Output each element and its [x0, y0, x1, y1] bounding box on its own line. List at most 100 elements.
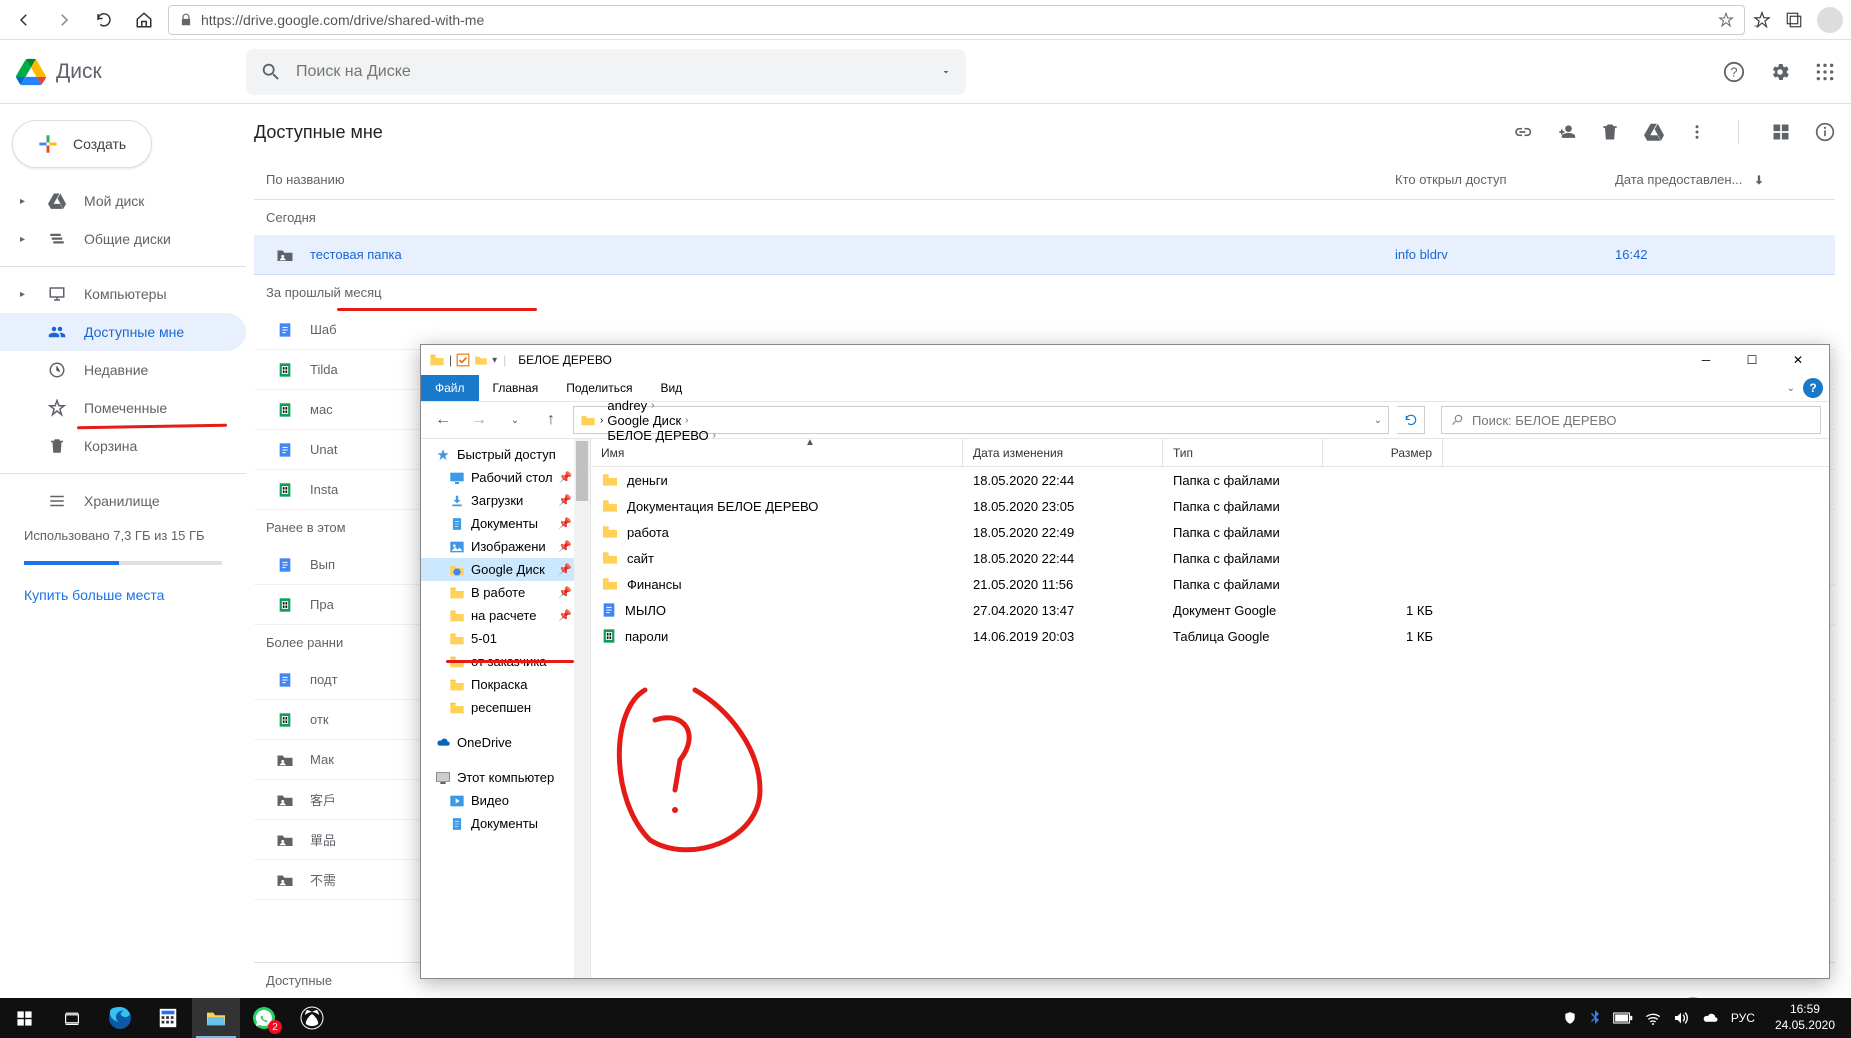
star-outline-icon[interactable] — [1718, 12, 1734, 28]
forward-button[interactable] — [48, 4, 80, 36]
tree-item[interactable]: Документы 📌 — [421, 512, 590, 535]
trash-icon[interactable] — [1600, 122, 1620, 142]
tab-home[interactable]: Главная — [479, 375, 553, 401]
sidebar-item-5[interactable]: Помеченные — [0, 389, 246, 427]
tree-item[interactable]: Покраска — [421, 673, 590, 696]
calculator-taskbar-icon[interactable] — [144, 998, 192, 1038]
settings-gear-icon[interactable] — [1769, 61, 1791, 83]
explorer-titlebar[interactable]: | ▾ | БЕЛОЕ ДЕРЕВО ─ ☐ ✕ — [421, 345, 1829, 375]
list-row[interactable]: сайт 18.05.2020 22:44 Папка с файлами — [591, 545, 1829, 571]
close-button[interactable]: ✕ — [1775, 345, 1821, 375]
sidebar-item-0[interactable]: ▸ Мой диск — [0, 182, 246, 220]
help-icon[interactable]: ? — [1723, 61, 1745, 83]
bluetooth-icon[interactable] — [1589, 1010, 1601, 1026]
address-bar[interactable] — [168, 5, 1745, 35]
col-date[interactable]: Дата изменения — [963, 439, 1163, 467]
nav-recent-button[interactable]: ⌄ — [501, 406, 529, 434]
tree-item[interactable]: Изображени 📌 — [421, 535, 590, 558]
explorer-search-input[interactable] — [1472, 413, 1812, 428]
start-button[interactable] — [0, 998, 48, 1038]
file-row[interactable]: тестовая папка info bldrv 16:42 — [254, 235, 1835, 275]
tree-item[interactable]: на расчете 📌 — [421, 604, 590, 627]
language-indicator[interactable]: РУС — [1731, 1011, 1755, 1025]
link-icon[interactable] — [1512, 122, 1532, 142]
col-name[interactable]: Имя — [591, 439, 963, 467]
col-date[interactable]: Дата предоставлен... — [1615, 172, 1835, 187]
col-size[interactable]: Размер — [1323, 439, 1443, 467]
maximize-button[interactable]: ☐ — [1729, 345, 1775, 375]
col-type[interactable]: Тип — [1163, 439, 1323, 467]
volume-icon[interactable] — [1673, 1011, 1689, 1025]
tree-item[interactable]: Загрузки 📌 — [421, 489, 590, 512]
task-view-button[interactable] — [48, 998, 96, 1038]
tree-item[interactable]: ресепшен — [421, 696, 590, 719]
info-icon[interactable] — [1815, 122, 1835, 142]
tree-item[interactable]: 5-01 — [421, 627, 590, 650]
url-input[interactable] — [201, 12, 1710, 28]
list-row[interactable]: Финансы 21.05.2020 11:56 Папка с файлами — [591, 571, 1829, 597]
tree-item[interactable]: OneDrive — [421, 731, 590, 754]
col-owner[interactable]: Кто открыл доступ — [1395, 172, 1615, 187]
col-name[interactable]: По названию — [254, 172, 1395, 187]
checkbox-icon[interactable] — [456, 353, 470, 367]
list-row[interactable]: МЫЛО 27.04.2020 13:47 Документ Google 1 … — [591, 597, 1829, 623]
list-row[interactable]: деньги 18.05.2020 22:44 Папка с файлами — [591, 467, 1829, 493]
sidebar-item-4[interactable]: Недавние — [0, 351, 246, 389]
search-dropdown-icon[interactable] — [940, 66, 952, 78]
list-row[interactable]: работа 18.05.2020 22:49 Папка с файлами — [591, 519, 1829, 545]
sidebar-item-6[interactable]: Корзина — [0, 427, 246, 465]
tree-item[interactable]: Google Диск 📌 — [421, 558, 590, 581]
tree-item[interactable]: Быстрый доступ — [421, 443, 590, 466]
tray-security-icon[interactable] — [1563, 1011, 1577, 1025]
list-row[interactable]: пароли 14.06.2019 20:03 Таблица Google 1… — [591, 623, 1829, 649]
address-bar[interactable]: › andrey› Google Диск› БЕЛОЕ ДЕРЕВО› ⌄ — [573, 406, 1389, 434]
nav-up-button[interactable]: ↑ — [537, 406, 565, 434]
tree-item[interactable]: В работе 📌 — [421, 581, 590, 604]
tree-item[interactable]: Документы — [421, 812, 590, 835]
sidebar-item-2[interactable]: ▸ Компьютеры — [0, 275, 246, 313]
grid-view-icon[interactable] — [1771, 122, 1791, 142]
tree-scrollbar[interactable] — [574, 439, 590, 978]
back-button[interactable] — [8, 4, 40, 36]
create-button[interactable]: Создать — [12, 120, 152, 168]
refresh-button[interactable] — [88, 4, 120, 36]
list-row[interactable]: Документация БЕЛОЕ ДЕРЕВО 18.05.2020 23:… — [591, 493, 1829, 519]
apps-grid-icon[interactable] — [1815, 62, 1835, 82]
whatsapp-taskbar-icon[interactable]: 2 — [240, 998, 288, 1038]
ribbon-expand-icon[interactable]: ⌄ — [1787, 383, 1795, 394]
home-button[interactable] — [128, 4, 160, 36]
tree-item[interactable]: Этот компьютер — [421, 766, 590, 789]
tab-file[interactable]: Файл — [421, 375, 479, 401]
collections-icon[interactable] — [1785, 11, 1803, 29]
breadcrumb-segment[interactable]: Google Диск› — [607, 413, 716, 428]
sidebar-item-1[interactable]: ▸ Общие диски — [0, 220, 246, 258]
share-person-icon[interactable] — [1556, 122, 1576, 142]
qat-folder-icon[interactable] — [474, 353, 488, 367]
wifi-icon[interactable] — [1645, 1011, 1661, 1025]
clock[interactable]: 16:59 24.05.2020 — [1767, 1002, 1843, 1033]
explorer-search[interactable] — [1441, 406, 1821, 434]
cloud-sync-icon[interactable] — [1701, 1011, 1719, 1025]
nav-forward-button[interactable]: → — [465, 406, 493, 434]
tree-item[interactable]: Видео — [421, 789, 590, 812]
more-vertical-icon[interactable] — [1688, 123, 1706, 141]
buy-storage-link[interactable]: Купить больше места — [0, 573, 246, 617]
sidebar-item-7[interactable]: Хранилище — [0, 482, 246, 520]
drive-small-icon[interactable] — [1644, 122, 1664, 142]
minimize-button[interactable]: ─ — [1683, 345, 1729, 375]
tree-item[interactable]: Рабочий стол 📌 — [421, 466, 590, 489]
address-refresh-button[interactable] — [1397, 406, 1425, 434]
address-dropdown-icon[interactable]: ⌄ — [1374, 415, 1382, 426]
drive-search[interactable] — [246, 49, 966, 95]
breadcrumb-segment[interactable]: andrey› — [607, 398, 716, 413]
edge-taskbar-icon[interactable] — [96, 998, 144, 1038]
sidebar-item-3[interactable]: Доступные мне — [0, 313, 246, 351]
explorer-taskbar-icon[interactable] — [192, 998, 240, 1038]
profile-avatar[interactable] — [1817, 7, 1843, 33]
battery-icon[interactable] — [1613, 1012, 1633, 1024]
favorites-icon[interactable] — [1753, 11, 1771, 29]
drive-search-input[interactable] — [296, 63, 926, 81]
xbox-taskbar-icon[interactable] — [288, 998, 336, 1038]
nav-back-button[interactable]: ← — [429, 406, 457, 434]
drive-logo[interactable]: Диск — [16, 57, 246, 87]
